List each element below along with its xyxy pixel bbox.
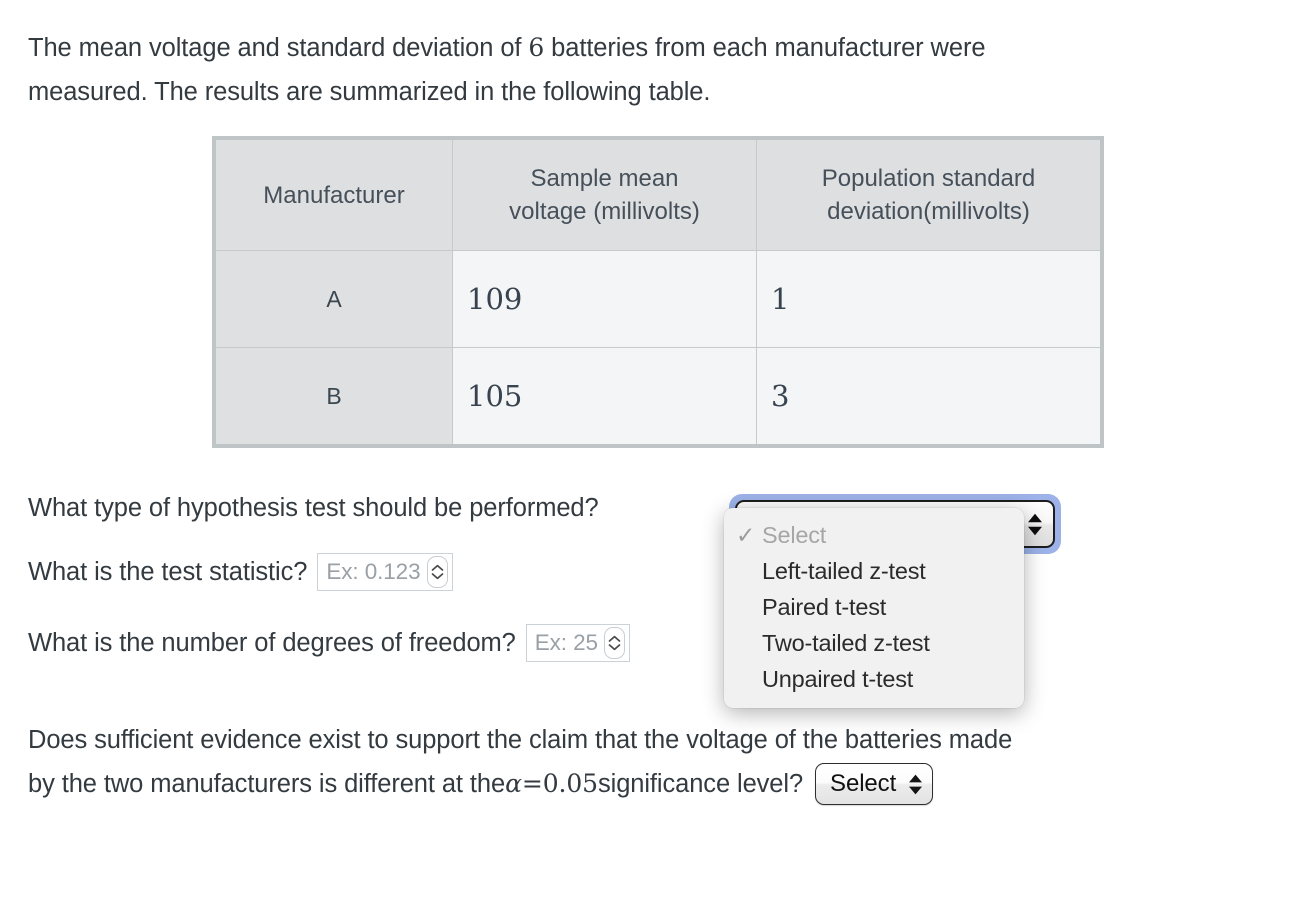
header-line: voltage (millivolts) — [509, 198, 700, 225]
column-header-sample-mean-voltage: Sample mean voltage (millivolts) — [452, 137, 757, 251]
triangle-up-icon — [1028, 513, 1042, 522]
cell-population-sd: 3 — [756, 347, 1103, 447]
header-line: Manufacturer — [263, 181, 405, 209]
dropdown-option-label: Select — [762, 521, 827, 548]
triangle-up-icon — [909, 774, 923, 782]
dropdown-option-paired-t-test[interactable]: ✓ Paired t-test — [724, 589, 1024, 625]
checkmark-placeholder-icon: ✓ — [736, 594, 762, 621]
hypothesis-test-dropdown-menu[interactable]: ✓ Select ✓ Left-tailed z-test ✓ Paired t… — [724, 508, 1024, 708]
checkmark-icon: ✓ — [736, 521, 756, 548]
test-statistic-placeholder: Ex: 0.123 — [326, 559, 421, 584]
equals-symbol: = — [521, 769, 543, 798]
triangle-down-icon — [1028, 526, 1042, 535]
table-row: A 109 1 — [213, 250, 1103, 348]
intro-text-part2: batteries from each manufacturer were — [544, 34, 986, 62]
conclusion-line1: Does sufficient evidence exist to suppor… — [28, 726, 1013, 754]
table-header-row: Manufacturer Sample mean voltage (milliv… — [213, 137, 1103, 251]
dropdown-option-unpaired-t-test[interactable]: ✓ Unpaired t-test — [724, 661, 1024, 697]
intro-paragraph: The mean voltage and standard deviation … — [28, 26, 1268, 114]
conclusion-line2-part2: significance level? — [597, 770, 804, 798]
cell-sample-mean-voltage: 105 — [452, 347, 757, 447]
dropdown-option-label: Left-tailed z-test — [762, 557, 926, 584]
triangle-down-icon — [909, 786, 923, 794]
dropdown-option-label: Two-tailed z-test — [762, 629, 930, 656]
header-line: deviation(millivolts) — [827, 198, 1030, 225]
cell-sample-mean-voltage: 109 — [452, 250, 757, 348]
intro-text-line2: measured. The results are summarized in … — [28, 78, 711, 106]
conclusion-line2-part1: by the two manufacturers is different at… — [28, 770, 506, 798]
updown-arrows-icon — [1027, 513, 1043, 536]
cell-manufacturer: A — [213, 250, 453, 348]
conclusion-paragraph: Does sufficient evidence exist to suppor… — [28, 718, 1268, 806]
question-page: The mean voltage and standard deviation … — [0, 0, 1306, 898]
dropdown-option-label: Unpaired t-test — [762, 665, 914, 692]
test-statistic-stepper[interactable] — [426, 556, 448, 588]
table-head: Manufacturer Sample mean voltage (milliv… — [213, 137, 1103, 251]
conclusion-select[interactable]: Select — [815, 763, 934, 805]
question-test-statistic: What is the test statistic? Ex: 0.123 — [28, 553, 1276, 591]
degrees-of-freedom-stepper[interactable] — [603, 627, 625, 659]
question-degrees-of-freedom: What is the number of degrees of freedom… — [28, 624, 1276, 662]
degrees-of-freedom-input[interactable]: Ex: 25 — [525, 624, 630, 662]
table-row: B 105 3 — [213, 347, 1103, 447]
updown-arrows-icon — [908, 774, 923, 795]
dropdown-option-label: Paired t-test — [762, 593, 887, 620]
chevron-up-icon — [431, 564, 443, 571]
table-body: A 109 1 B 105 3 — [213, 250, 1103, 447]
cell-manufacturer: B — [213, 347, 453, 447]
question-hypothesis-test-label: What type of hypothesis test should be p… — [28, 494, 599, 522]
alpha-symbol: α — [505, 769, 522, 798]
sample-size-value: 6 — [528, 33, 545, 62]
question-test-statistic-label: What is the test statistic? — [28, 557, 308, 586]
alpha-value: 0.05 — [542, 769, 598, 798]
dropdown-option-select[interactable]: ✓ Select — [724, 517, 1024, 553]
checkmark-placeholder-icon: ✓ — [736, 630, 762, 657]
question-degrees-of-freedom-label: What is the number of degrees of freedom… — [28, 628, 516, 657]
column-header-population-standard-deviation: Population standard deviation(millivolts… — [756, 137, 1103, 251]
conclusion-select-label: Select — [830, 770, 897, 797]
dropdown-option-two-tailed-z-test[interactable]: ✓ Two-tailed z-test — [724, 625, 1024, 661]
results-table-wrapper: Manufacturer Sample mean voltage (milliv… — [212, 136, 1276, 448]
chevron-down-icon — [608, 644, 621, 651]
test-statistic-input[interactable]: Ex: 0.123 — [317, 553, 453, 591]
header-line: Sample mean — [530, 165, 679, 192]
results-table: Manufacturer Sample mean voltage (milliv… — [212, 136, 1104, 448]
question-hypothesis-test: What type of hypothesis test should be p… — [28, 494, 1276, 523]
cell-population-sd: 1 — [756, 250, 1103, 348]
dropdown-option-left-tailed-z-test[interactable]: ✓ Left-tailed z-test — [724, 553, 1024, 589]
header-line: Population standard — [821, 165, 1036, 192]
checkmark-placeholder-icon: ✓ — [736, 558, 762, 585]
chevron-up-icon — [608, 635, 621, 642]
column-header-manufacturer: Manufacturer — [213, 137, 453, 251]
intro-text-part1: The mean voltage and standard deviation … — [28, 34, 529, 62]
degrees-of-freedom-placeholder: Ex: 25 — [534, 630, 598, 655]
chevron-down-icon — [431, 573, 443, 580]
checkmark-placeholder-icon: ✓ — [736, 666, 762, 693]
